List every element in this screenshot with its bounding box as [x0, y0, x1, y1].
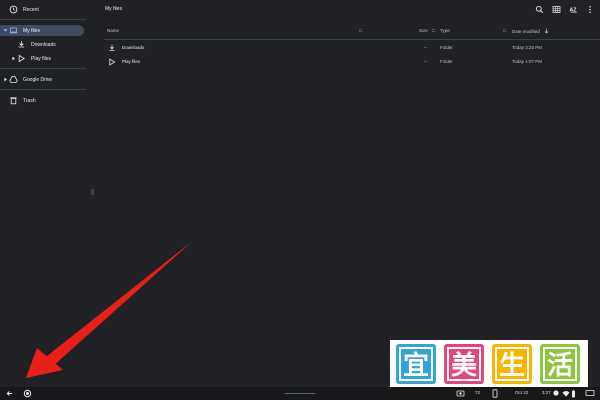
- file-name: Downloads: [122, 45, 145, 50]
- clock-icon: [9, 5, 18, 14]
- page-title: My files: [105, 6, 122, 12]
- table-row[interactable]: Downloads -- Folder Today 3:25 PM: [104, 41, 600, 55]
- sidebar-item-play-files[interactable]: Play files: [0, 53, 84, 64]
- play-icon: [17, 54, 26, 63]
- svg-text:活: 活: [547, 351, 573, 381]
- column-header-name[interactable]: Name: [107, 28, 119, 33]
- download-icon: [108, 44, 116, 52]
- sidebar: Recent My files Downloads Play files Goo…: [0, 0, 88, 387]
- notification-count-badge[interactable]: 72: [475, 390, 480, 395]
- back-arrow-icon[interactable]: [6, 390, 13, 399]
- sidebar-item-label: My files: [23, 28, 40, 34]
- sort-descending-icon: [544, 28, 549, 35]
- sidebar-item-label: Trash: [23, 98, 36, 104]
- date-label[interactable]: Oct 22: [515, 390, 528, 395]
- caret-right-icon[interactable]: [11, 56, 16, 61]
- divider: [0, 68, 86, 69]
- caret-right-icon[interactable]: [3, 77, 8, 82]
- grid-view-icon[interactable]: [552, 5, 561, 14]
- sidebar-resize-handle[interactable]: [91, 189, 94, 195]
- svg-text:宜: 宜: [403, 350, 429, 381]
- file-name: Play files: [122, 59, 141, 64]
- download-icon: [17, 40, 26, 49]
- shelf-handle[interactable]: [285, 393, 315, 394]
- column-header-date[interactable]: Date modified: [512, 28, 549, 35]
- time-label[interactable]: 3:27: [542, 390, 551, 395]
- file-date: Today 3:25 PM: [512, 45, 543, 50]
- watermark-logo: 宜 美 生 活: [390, 340, 588, 387]
- shelf: 72 Oct 22 3:27: [0, 387, 600, 400]
- svg-text:美: 美: [451, 350, 477, 381]
- play-icon: [108, 58, 116, 66]
- sidebar-item-google-drive[interactable]: Google Drive: [0, 74, 84, 85]
- sidebar-item-trash[interactable]: Trash: [0, 95, 84, 106]
- laptop-icon: [9, 26, 18, 35]
- column-resize-handle[interactable]: [503, 28, 506, 34]
- sidebar-item-recent[interactable]: Recent: [0, 4, 84, 15]
- phone-icon[interactable]: [492, 389, 498, 400]
- column-header-date-label: Date modified: [512, 29, 540, 34]
- column-header-type[interactable]: Type: [440, 28, 450, 33]
- header-divider: [104, 39, 600, 40]
- svg-text:生: 生: [499, 351, 525, 381]
- sidebar-item-my-files[interactable]: My files: [0, 25, 84, 36]
- battery-icon: [571, 390, 576, 400]
- sidebar-item-label: Downloads: [31, 42, 56, 48]
- file-type: Folder: [440, 45, 453, 50]
- column-header-size[interactable]: Size: [419, 28, 428, 33]
- file-type: Folder: [440, 59, 453, 64]
- table-row[interactable]: Play files -- Folder Today 1:07 PM: [104, 55, 600, 69]
- drive-icon: [9, 75, 18, 84]
- more-options-icon[interactable]: [588, 5, 592, 14]
- column-resize-handle[interactable]: [432, 28, 435, 34]
- notification-dot-icon: [553, 390, 559, 398]
- file-date: Today 1:07 PM: [512, 59, 543, 64]
- file-size: --: [424, 59, 427, 64]
- sidebar-item-label: Recent: [23, 7, 39, 13]
- sort-button[interactable]: AZ: [569, 5, 579, 14]
- sidebar-item-label: Google Drive: [23, 77, 53, 83]
- trash-icon: [9, 96, 18, 105]
- screenshot-icon[interactable]: [456, 389, 465, 400]
- tablet-mode-icon[interactable]: [585, 389, 595, 399]
- sidebar-item-downloads[interactable]: Downloads: [0, 39, 84, 50]
- column-resize-handle[interactable]: [359, 28, 362, 34]
- file-size: --: [424, 45, 427, 50]
- sidebar-item-label: Play files: [31, 56, 52, 62]
- wifi-icon: [562, 390, 570, 399]
- caret-down-icon[interactable]: [3, 28, 8, 33]
- divider: [0, 89, 86, 90]
- launcher-icon[interactable]: [23, 389, 32, 400]
- divider: [0, 19, 86, 20]
- search-icon[interactable]: [535, 5, 544, 14]
